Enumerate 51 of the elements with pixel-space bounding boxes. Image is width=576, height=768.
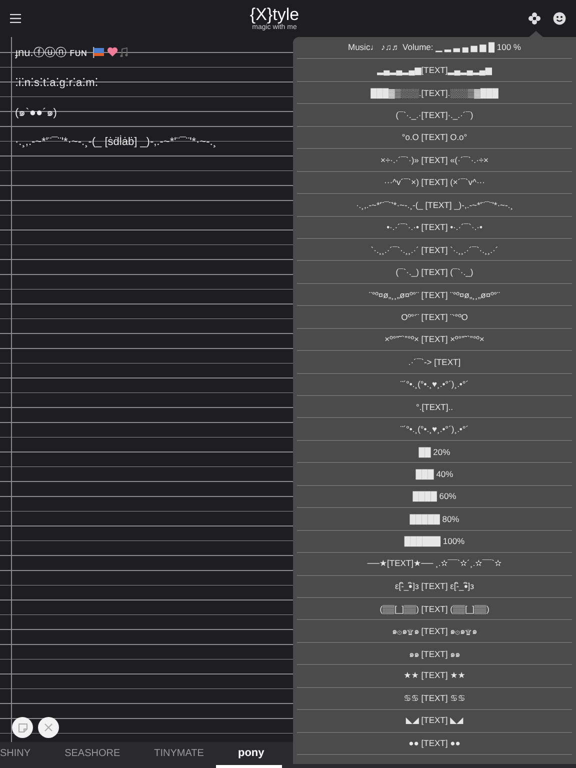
style-option[interactable]: .·´¯`-> [TEXT] xyxy=(297,351,572,374)
style-option[interactable]: ●● [TEXT] ●● xyxy=(297,732,572,755)
style-option[interactable]: ★★ [TEXT] ★★ xyxy=(297,665,572,688)
style-option[interactable]: •·.·´¯`·.·• [TEXT] •·.·´¯`·.·• xyxy=(297,216,572,239)
style-option[interactable]: (¯`·._) [TEXT] (¯`·._) xyxy=(297,261,572,284)
style-option[interactable]: `·.¸¸.·´¯`·.¸¸.·´ [TEXT] `·.¸¸.·´¯`·.¸¸.·´ xyxy=(297,238,572,262)
style-option[interactable]: ███ 40% xyxy=(297,463,572,486)
style-option[interactable]: ·.¸,.-~*'¨¯¨'*·~-.¸-(_ [TEXT] _)-,.-~*'¨¯¨'*·~-.¸ xyxy=(297,194,572,216)
style-option[interactable]: ♋♋ [TEXT] ♋♋ xyxy=(297,688,572,710)
sticker-icon xyxy=(18,722,28,732)
menu-icon[interactable] xyxy=(10,14,21,23)
smiley-icon[interactable] xyxy=(553,12,566,25)
style-option[interactable]: ¨°º¤ø„¸¸„ø¤º°¨ [TEXT] ¨°º¤ø„¸¸„ø¤º°¨ xyxy=(297,284,572,306)
sticker-button[interactable] xyxy=(12,717,33,738)
app-title: {X}tyle xyxy=(250,6,300,24)
note-text: ·.¸,.-~*'¨¯¨'*·~-.¸-(_ [ṡḋl̇ȧḃ] _)-,.-~*'¨¯¨'*·~-.¸ xyxy=(15,136,216,148)
style-option[interactable]: ×º°”˜`”°º× [TEXT] ×º°”˜`”°º× xyxy=(297,328,572,352)
style-option[interactable]: ¨´°•.¸(°•.¸♥¸.•°´)¸.•°´ xyxy=(297,374,572,396)
style-option[interactable]: ████ 60% xyxy=(297,486,572,508)
flower-icon[interactable] xyxy=(528,12,541,25)
note-text: ⁚i⁚n⁚s⁚t⁚a⁚g⁚r⁚a⁚m⁚ xyxy=(15,76,98,89)
style-option[interactable]: ε[-ิ_•ิ]з [TEXT] ε[-ิ_•ิ]з xyxy=(297,576,572,598)
style-option[interactable]: ◣◢ [TEXT] ◣◢ xyxy=(297,710,572,733)
note-text: ɟnu.ⓕⓤⓝ ꜰᴜɴ xyxy=(15,46,87,60)
style-option[interactable]: ๑۞๑۩๑ [TEXT] ๑۞๑۩๑ xyxy=(297,620,572,643)
style-option[interactable]: Oº°‘¨ [TEXT] ¨‘°ºO xyxy=(297,306,572,329)
style-option[interactable]: ¨´°•.¸(°•.¸♥¸.•°´)¸.•°´ xyxy=(297,418,572,441)
style-option[interactable]: ×÷·.·´¯`·)» [TEXT] «(·´¯`·.·÷× xyxy=(297,149,572,172)
style-tab[interactable]: TINYMATE xyxy=(154,742,204,768)
note-text: (๑`●●´๑) xyxy=(15,106,57,121)
style-option[interactable]: °.[TEXT].. xyxy=(297,396,572,418)
close-icon xyxy=(44,723,53,732)
style-option[interactable]: ▂▄▂▄▂▄▆[TEXT]▂▄▂▄▂▄▆ xyxy=(297,59,572,82)
style-option[interactable]: ███▓▒░░░.[TEXT].░░░▒▓███ xyxy=(297,82,572,104)
style-option[interactable]: ๑๑ [TEXT] ๑๑ xyxy=(297,642,572,666)
style-option[interactable]: (▒▒[_]▒▒) [TEXT] (▒▒[_]▒▒) xyxy=(297,598,572,620)
style-option[interactable]: °o.O [TEXT] O.o° xyxy=(297,126,572,150)
style-tab[interactable]: pony xyxy=(216,742,282,768)
music-note-icon xyxy=(120,47,128,58)
style-option[interactable]: ██ 20% xyxy=(297,440,572,464)
style-option[interactable]: █████ 80% xyxy=(297,508,572,531)
style-option[interactable]: ──★[TEXT]★── ¸.✫¯¯`✫´¸.✫¯¯`✫ xyxy=(297,553,572,576)
style-option[interactable]: (¯`·._.·[TEXT]·._.·´¯) xyxy=(297,104,572,127)
close-button[interactable] xyxy=(38,717,59,738)
style-tab[interactable]: SHINY xyxy=(0,742,31,768)
style-option[interactable]: ···^v´¯`×) [TEXT] (×´¯`v^··· xyxy=(297,172,572,194)
style-option[interactable]: ██████ 100% xyxy=(297,530,572,554)
style-option[interactable]: Music♩ ♪♫♬ Volume: ▁ ▂ ▃ ▄ ▅ ▆ █ 100 % xyxy=(297,37,572,60)
flag-icon xyxy=(92,47,105,58)
style-tab[interactable]: SEASHORE xyxy=(64,742,120,768)
heart-icon xyxy=(106,47,118,58)
